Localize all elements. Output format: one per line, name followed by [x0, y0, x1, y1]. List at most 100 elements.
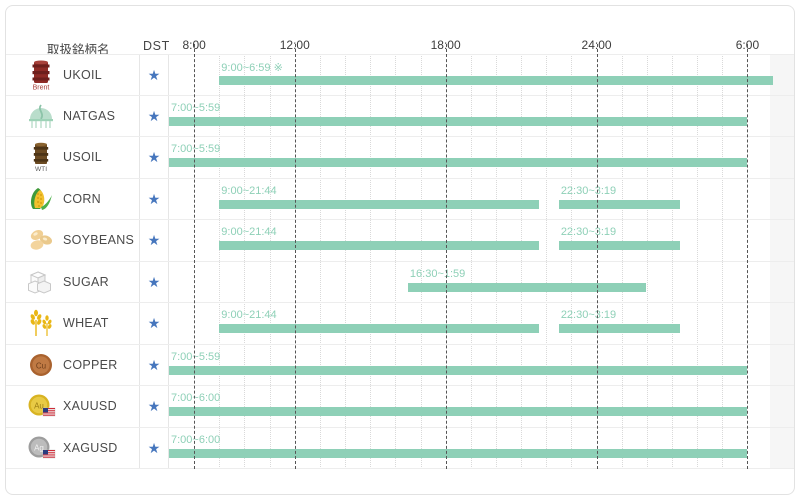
session-label: 7:00~6:00 [171, 433, 221, 446]
session-label: 9:00~6:59 ※ [221, 62, 283, 74]
symbol-label: USOIL [63, 150, 103, 165]
star-icon: ★ [147, 356, 161, 373]
symbol-name-cell: CORN [18, 178, 140, 219]
grid-major-line [596, 44, 598, 469]
table-row[interactable]: WHEAT ★ 9:00~21:44 22:30~3:19 [6, 303, 794, 345]
table-header: 取扱銘柄名 DST 8:00 12:00 18:00 24:00 6:00 [6, 6, 794, 57]
symbol-name-cell: Au XAUUSD [18, 386, 140, 427]
table-row[interactable]: WTI USOIL ★ 7:00~5:59 [6, 137, 794, 179]
dst-cell[interactable]: ★ [140, 220, 169, 261]
dst-cell[interactable]: ★ [140, 137, 169, 178]
table-row[interactable]: Ag XAGUSD ★ 7:00~6:00 [6, 427, 794, 469]
session-label: 7:00~5:59 [171, 101, 221, 114]
symbol-name-cell: WHEAT [18, 303, 140, 344]
session-label: 22:30~3:19 [560, 226, 617, 238]
session-label: 9:00~21:44 [221, 309, 277, 321]
session-bar[interactable] [219, 241, 540, 250]
dst-cell[interactable]: ★ [140, 55, 169, 95]
session-bar[interactable] [558, 199, 681, 209]
symbol-name-cell: WTI USOIL [18, 137, 140, 178]
session-label: 7:00~5:59 [171, 143, 221, 155]
gold-coin-usd-icon: Au [26, 390, 56, 422]
oil-barrel-wti-icon: WTI [26, 141, 56, 173]
session-label: 22:30~3:19 [560, 309, 617, 321]
session-bar[interactable] [558, 324, 681, 333]
table-row[interactable]: CORN ★ 9:00~21:44 22:30~3:19 [6, 178, 794, 220]
star-icon: ★ [147, 107, 161, 124]
symbol-name-cell: NATGAS [18, 95, 140, 136]
symbol-label: SOYBEANS [63, 233, 135, 248]
grid-major-line [294, 44, 296, 469]
symbol-name-cell: SOYBEANS [18, 220, 140, 261]
timeline-grid: Brent UKOIL ★ 9:00~6:59 ※ NATGAS ★ 7:00~5:59 … [6, 44, 794, 469]
star-icon: ★ [147, 315, 161, 332]
symbol-label: XAUUSD [63, 399, 117, 414]
dst-cell[interactable]: ★ [140, 427, 169, 468]
dst-cell[interactable]: ★ [140, 303, 169, 344]
dst-cell[interactable]: ★ [140, 386, 169, 427]
wheat-icon [26, 307, 56, 339]
session-bar[interactable] [169, 158, 748, 167]
symbol-label: NATGAS [63, 108, 116, 123]
svg-text:Ag: Ag [34, 443, 44, 452]
dst-cell[interactable]: ★ [140, 178, 169, 219]
silver-coin-usd-icon: Ag [26, 432, 56, 464]
grid-major-line [445, 44, 447, 469]
svg-text:Brent: Brent [33, 84, 50, 91]
session-bar[interactable] [169, 365, 748, 375]
table-row[interactable]: Au XAUUSD ★ 7:00~6:00 [6, 386, 794, 428]
dst-cell[interactable]: ★ [140, 261, 169, 302]
star-icon: ★ [147, 398, 161, 415]
symbol-name-cell: Cu COPPER [18, 344, 140, 385]
grid-major-line [747, 44, 749, 469]
session-label: 22:30~3:19 [560, 184, 617, 197]
header-dst-column: DST [143, 39, 170, 53]
symbol-label: COPPER [63, 357, 118, 372]
star-icon: ★ [147, 273, 161, 290]
star-icon: ★ [147, 439, 161, 456]
trading-hours-card: 取扱銘柄名 DST 8:00 12:00 18:00 24:00 6:00 Brent U… [6, 6, 794, 494]
dst-cell[interactable]: ★ [140, 95, 169, 136]
soybeans-icon [26, 224, 56, 256]
symbol-label: WHEAT [63, 316, 109, 331]
svg-text:Cu: Cu [36, 361, 46, 370]
symbol-name-cell: Ag XAGUSD [18, 427, 140, 468]
session-label: 16:30~1:59 [409, 267, 466, 280]
session-label: 9:00~21:44 [221, 226, 277, 238]
session-bar[interactable] [219, 324, 540, 333]
table-row[interactable]: Cu COPPER ★ 7:00~5:59 [6, 344, 794, 386]
session-bar[interactable] [219, 76, 773, 85]
star-icon: ★ [147, 190, 161, 207]
session-label: 7:00~6:00 [171, 392, 221, 404]
copper-coin-icon: Cu [26, 349, 56, 381]
page-root: 取扱銘柄名 DST 8:00 12:00 18:00 24:00 6:00 Brent U… [0, 0, 800, 500]
session-bar[interactable] [169, 407, 748, 416]
symbol-name-cell: SUGAR [18, 261, 140, 302]
symbol-label: SUGAR [63, 274, 109, 289]
symbol-label: UKOIL [63, 67, 103, 82]
symbol-name-cell: Brent UKOIL [18, 55, 140, 95]
table-row[interactable]: NATGAS ★ 7:00~5:59 [6, 95, 794, 137]
table-row[interactable]: SOYBEANS ★ 9:00~21:44 22:30~3:19 [6, 220, 794, 262]
session-bar[interactable] [407, 282, 647, 292]
star-icon: ★ [147, 66, 161, 83]
grid-major-line [194, 44, 196, 469]
session-label: 7:00~5:59 [171, 350, 221, 363]
symbol-label: XAGUSD [63, 440, 118, 455]
dst-cell[interactable]: ★ [140, 344, 169, 385]
svg-text:WTI: WTI [35, 166, 47, 173]
session-bar[interactable] [558, 241, 681, 250]
star-icon: ★ [147, 232, 161, 249]
session-bar[interactable] [219, 199, 540, 209]
session-label: 9:00~21:44 [221, 184, 277, 197]
session-bar[interactable] [169, 116, 748, 126]
symbol-label: CORN [63, 191, 102, 206]
corn-icon [26, 183, 56, 215]
oil-barrel-brent-icon: Brent [26, 59, 56, 91]
svg-text:Au: Au [34, 402, 44, 411]
table-row[interactable]: Brent UKOIL ★ 9:00~6:59 ※ [6, 54, 794, 96]
star-icon: ★ [147, 149, 161, 166]
session-bar[interactable] [169, 448, 748, 458]
natural-gas-tank-icon [26, 100, 56, 132]
table-row[interactable]: SUGAR ★ 16:30~1:59 [6, 261, 794, 303]
